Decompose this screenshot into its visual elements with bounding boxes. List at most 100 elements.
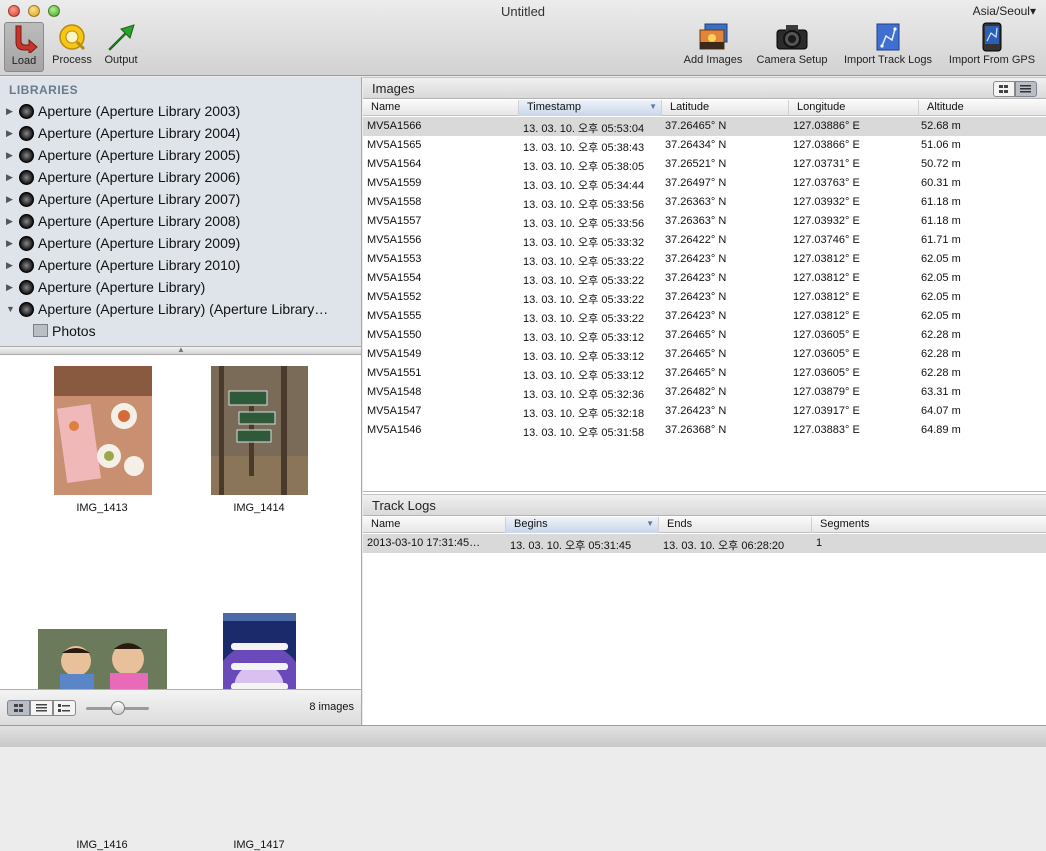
image-table-row[interactable]: MV5A1564 13. 03. 10. 오후 05:38:05 37.26521°…: [363, 155, 1046, 174]
sidebar-item-library[interactable]: ▶ Aperture (Aperture Library 2010): [0, 255, 361, 277]
sidebar-item-library[interactable]: ▶ Aperture (Aperture Library 2003): [0, 101, 361, 123]
image-table-row[interactable]: MV5A1565 13. 03. 10. 오후 05:38:43 37.26434°…: [363, 136, 1046, 155]
process-button[interactable]: Process: [50, 22, 94, 66]
sort-descending-icon: ▼: [649, 102, 657, 111]
thumbnail-img-1413[interactable]: IMG_1413: [0, 355, 180, 515]
table-cell: 60.31 m: [921, 177, 961, 189]
right-pane: Images Name Timestamp ▼ Latitude Longitud…: [363, 77, 1046, 725]
load-label: Load: [11, 55, 37, 67]
disclosure-closed-icon[interactable]: ▶: [6, 238, 13, 249]
disclosure-closed-icon[interactable]: ▶: [6, 150, 13, 161]
icon-view-toggle[interactable]: [993, 81, 1015, 97]
sidebar-item-library[interactable]: ▶ Aperture (Aperture Library): [0, 277, 361, 299]
sidebar-item-library[interactable]: ▶ Aperture (Aperture Library 2004): [0, 123, 361, 145]
column-header-altitude[interactable]: Altitude: [919, 100, 1046, 116]
table-cell: 13. 03. 10. 오후 05:33:56: [523, 199, 645, 211]
section-divider[interactable]: [363, 491, 1046, 492]
thumbnail-img-1414[interactable]: IMG_1414: [180, 355, 361, 515]
table-cell: MV5A1555: [367, 310, 422, 322]
aperture-icon: [19, 148, 34, 163]
list-view-button[interactable]: [30, 700, 53, 716]
import-track-logs-button[interactable]: Import Track Logs: [838, 22, 938, 66]
image-table-row[interactable]: MV5A1557 13. 03. 10. 오후 05:33:56 37.26363°…: [363, 212, 1046, 231]
image-table-row[interactable]: MV5A1547 13. 03. 10. 오후 05:32:18 37.26423°…: [363, 402, 1046, 421]
import-track-logs-label: Import Track Logs: [843, 54, 933, 66]
detail-view-button[interactable]: [53, 700, 76, 716]
disclosure-closed-icon[interactable]: ▶: [6, 282, 13, 293]
table-cell: 61.71 m: [921, 234, 961, 246]
sidebar-item-library[interactable]: ▶ Aperture (Aperture Library 2005): [0, 145, 361, 167]
column-header-name[interactable]: Name: [363, 517, 506, 533]
disclosure-open-icon[interactable]: ▼: [6, 304, 15, 314]
disclosure-closed-icon[interactable]: ▶: [6, 128, 13, 139]
load-button[interactable]: Load: [4, 22, 44, 72]
column-header-segments[interactable]: Segments: [812, 517, 1046, 533]
disclosure-closed-icon[interactable]: ▶: [6, 216, 13, 227]
thumbnail-caption: IMG_1413: [76, 502, 128, 514]
grid-view-button[interactable]: [7, 700, 30, 716]
window-status-bar: [0, 725, 1046, 747]
table-cell: 37.26422° N: [665, 234, 727, 246]
table-cell: 127.03812° E: [793, 310, 860, 322]
disclosure-closed-icon[interactable]: ▶: [6, 194, 13, 205]
sidebar-item-library[interactable]: ▼ Aperture (Aperture Library) (Aperture L…: [0, 299, 361, 321]
list-view-toggle[interactable]: [1015, 81, 1037, 97]
image-table-row[interactable]: MV5A1559 13. 03. 10. 오후 05:34:44 37.26497°…: [363, 174, 1046, 193]
table-cell: 37.26423° N: [665, 291, 727, 303]
sidebar-item-library[interactable]: ▶ Aperture (Aperture Library 2008): [0, 211, 361, 233]
disclosure-closed-icon[interactable]: ▶: [6, 106, 13, 117]
track-log-row[interactable]: 2013-03-10 17:31:45… 13. 03. 10. 오후 05:31…: [363, 534, 1046, 553]
table-cell: 62.05 m: [921, 291, 961, 303]
column-header-timestamp[interactable]: Timestamp ▼: [519, 100, 662, 116]
table-cell: 127.03932° E: [793, 196, 860, 208]
window-title: Untitled: [500, 4, 546, 19]
camera-setup-label: Camera Setup: [756, 54, 828, 66]
libraries-panel: LIBRARIES ▶ Aperture (Aperture Library 20…: [0, 77, 361, 346]
column-header-longitude[interactable]: Longitude: [789, 100, 919, 116]
add-images-button[interactable]: Add Images: [680, 22, 746, 66]
table-cell: MV5A1547: [367, 405, 422, 417]
image-table-row[interactable]: MV5A1550 13. 03. 10. 오후 05:33:12 37.26465°…: [363, 326, 1046, 345]
column-header-ends[interactable]: Ends: [659, 517, 812, 533]
image-table-row[interactable]: MV5A1566 13. 03. 10. 오후 05:53:04 37.26465°…: [363, 117, 1046, 136]
camera-setup-button[interactable]: Camera Setup: [752, 22, 832, 66]
sidebar-item-label: Aperture (Aperture Library 2004): [38, 125, 241, 141]
sidebar-item-library[interactable]: ▶ Aperture (Aperture Library 2009): [0, 233, 361, 255]
timezone-selector[interactable]: Asia/Seoul▾: [973, 4, 1036, 18]
table-cell: 127.03932° E: [793, 215, 860, 227]
image-table-row[interactable]: MV5A1546 13. 03. 10. 오후 05:31:58 37.26368°…: [363, 421, 1046, 440]
libraries-header: LIBRARIES: [9, 83, 79, 97]
image-table-row[interactable]: MV5A1552 13. 03. 10. 오후 05:33:22 37.26423°…: [363, 288, 1046, 307]
image-table-row[interactable]: MV5A1556 13. 03. 10. 오후 05:33:32 37.26422°…: [363, 231, 1046, 250]
sidebar-item-library[interactable]: ▶ Aperture (Aperture Library 2007): [0, 189, 361, 211]
splitter-grip-icon: ▲: [177, 345, 185, 354]
table-cell: 37.26482° N: [665, 386, 727, 398]
grid-icon: [14, 704, 23, 712]
table-cell: 64.07 m: [921, 405, 961, 417]
image-table-row[interactable]: MV5A1549 13. 03. 10. 오후 05:33:12 37.26465°…: [363, 345, 1046, 364]
pane-splitter[interactable]: ▲: [0, 345, 361, 355]
table-cell: 52.68 m: [921, 120, 961, 132]
disclosure-closed-icon[interactable]: ▶: [6, 172, 13, 183]
output-button[interactable]: Output: [99, 22, 143, 66]
import-from-gps-button[interactable]: Import From GPS: [944, 22, 1040, 66]
sidebar-item-photos[interactable]: Photos: [0, 320, 361, 342]
image-table-row[interactable]: MV5A1553 13. 03. 10. 오후 05:33:22 37.26423°…: [363, 250, 1046, 269]
thumbnail-size-slider-knob[interactable]: [111, 701, 125, 715]
image-table-row[interactable]: MV5A1551 13. 03. 10. 오후 05:33:12 37.26465°…: [363, 364, 1046, 383]
image-table-row[interactable]: MV5A1558 13. 03. 10. 오후 05:33:56 37.26363°…: [363, 193, 1046, 212]
disclosure-closed-icon[interactable]: ▶: [6, 260, 13, 271]
thumbnail-img-1416[interactable]: IMG_1416: [0, 525, 180, 851]
image-table-row[interactable]: MV5A1554 13. 03. 10. 오후 05:33:22 37.26423°…: [363, 269, 1046, 288]
column-header-latitude[interactable]: Latitude: [662, 100, 789, 116]
table-cell: 127.03886° E: [793, 120, 860, 132]
column-header-begins[interactable]: Begins ▼: [506, 517, 659, 533]
image-table-row[interactable]: MV5A1555 13. 03. 10. 오후 05:33:22 37.26423°…: [363, 307, 1046, 326]
grid-icon: [999, 85, 1008, 93]
sidebar-item-library[interactable]: ▶ Aperture (Aperture Library 2006): [0, 167, 361, 189]
column-header-name[interactable]: Name: [363, 100, 519, 116]
sidebar-item-label: Aperture (Aperture Library 2005): [38, 147, 241, 163]
image-table-row[interactable]: MV5A1548 13. 03. 10. 오후 05:32:36 37.26482°…: [363, 383, 1046, 402]
thumbnail-img-1417[interactable]: IMG_1417: [180, 525, 361, 851]
table-cell: MV5A1565: [367, 139, 422, 151]
